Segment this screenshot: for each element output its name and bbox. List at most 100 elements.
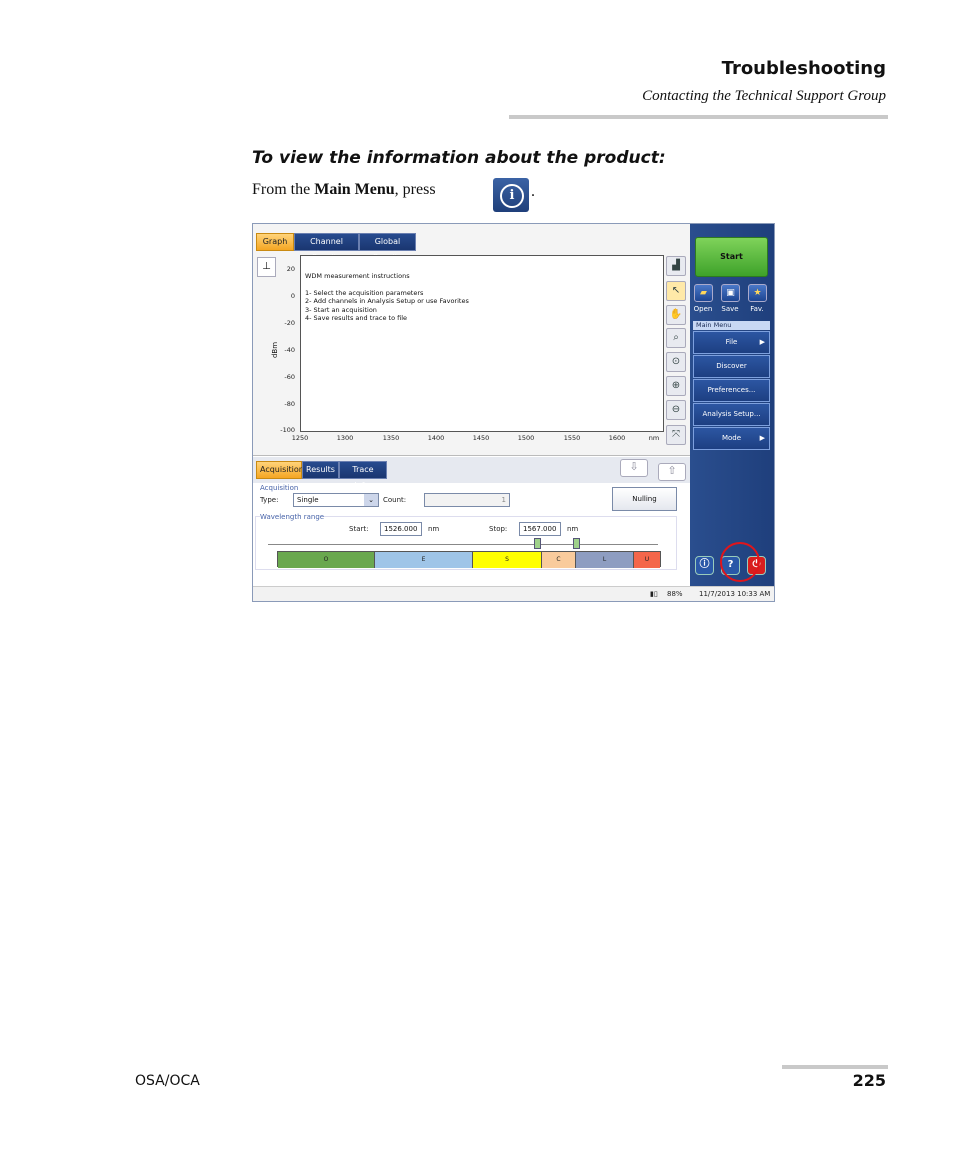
collapse-panel-icon[interactable]: ⇩ (620, 459, 648, 477)
section-title: Troubleshooting (721, 58, 886, 79)
start-button[interactable]: Start (695, 237, 768, 277)
step-text-prefix: From the (252, 181, 315, 198)
expand-panel-icon[interactable]: ⇧ (658, 463, 686, 481)
zoom-area-icon[interactable]: ⌕ (666, 328, 686, 348)
x-unit: nm (648, 434, 660, 442)
save-label: Save (721, 305, 739, 313)
x-tick: 1300 (336, 434, 354, 442)
nulling-button[interactable]: Nulling (612, 487, 677, 511)
page-number: 225 (852, 1071, 886, 1090)
zoom-in-icon[interactable]: ⊕ (666, 376, 686, 396)
type-label: Type: (260, 496, 279, 504)
tab-results[interactable]: Results (302, 461, 339, 479)
info-button-icon: i (493, 178, 529, 212)
save-disk-icon[interactable]: ▣ (721, 284, 740, 302)
start-label: Start: (349, 525, 369, 533)
y-tick: -60 (284, 373, 295, 381)
menu-item-label: Discover (716, 362, 747, 370)
pan-hand-icon[interactable]: ✋ (666, 305, 686, 325)
stop-label: Stop: (489, 525, 508, 533)
step-period: . (531, 183, 535, 200)
open-folder-icon[interactable]: ▰ (694, 284, 713, 302)
step-title: To view the information about the produc… (252, 148, 666, 168)
type-value: Single (297, 496, 319, 504)
stop-input[interactable]: 1567.000 (519, 522, 561, 536)
step-text-menu: Main Menu (314, 181, 395, 198)
chevron-right-icon: ▶ (759, 338, 765, 346)
application-screenshot: Graph Channel Results Global Results ⊥ d… (252, 223, 775, 602)
menu-item-label: Mode (721, 434, 742, 442)
band-s: S (473, 552, 542, 568)
y-tick: -20 (284, 319, 295, 327)
x-tick: 1450 (472, 434, 490, 442)
count-label: Count: (383, 496, 407, 504)
instruction-line: 1- Select the acquisition parameters (305, 288, 424, 297)
instructions: WDM measurement instructions 1- Select t… (305, 272, 469, 323)
zoom-out-icon[interactable]: ⊖ (666, 400, 686, 420)
type-select[interactable]: Single ⌄ (293, 493, 379, 507)
datetime: 11/7/2013 10:33 AM (699, 590, 771, 598)
product-name: OSA/OCA (135, 1073, 200, 1089)
start-unit: nm (428, 525, 440, 533)
x-tick: 1250 (291, 434, 309, 442)
tab-channel-results[interactable]: Channel Results (294, 233, 359, 262)
step-text: From the Main Menu, press (252, 181, 436, 199)
x-tick: 1600 (608, 434, 626, 442)
tab-global-results[interactable]: Global Results (359, 233, 416, 262)
menu-item-label: Analysis Setup... (702, 410, 761, 418)
menu-item-discover[interactable]: Discover (693, 355, 770, 378)
battery-level: 88% (667, 590, 683, 598)
stop-slider-handle[interactable] (573, 538, 580, 549)
tab-graph[interactable]: Graph (256, 233, 294, 251)
start-input[interactable]: 1526.000 (380, 522, 422, 536)
instruction-line: 2- Add channels in Analysis Setup or use… (305, 297, 469, 305)
settings-panel: Acquisition Results Trace Info. ⇩ ⇧ Acqu… (253, 457, 690, 582)
y-tick: -100 (280, 426, 295, 434)
acquisition-form: Acquisition Type: Single ⌄ Count: 1 Nulli… (253, 483, 690, 582)
status-bar: ▮▯ 88% 11/7/2013 10:33 AM (253, 586, 774, 601)
start-slider-handle[interactable] (534, 538, 541, 549)
count-input[interactable]: 1 (424, 493, 510, 507)
header-rule (509, 115, 888, 119)
x-tick: 1500 (517, 434, 535, 442)
favorites-star-icon[interactable]: ★ (748, 284, 767, 302)
chevron-right-icon: ▶ (759, 434, 765, 442)
y-tick: -40 (284, 346, 295, 354)
step-text-suffix: , press (394, 181, 436, 198)
instruction-line: 3- Start an acquisition (305, 305, 377, 314)
menu-item-label: File (725, 338, 738, 346)
instructions-title: WDM measurement instructions (305, 272, 410, 280)
x-tick: 1350 (382, 434, 400, 442)
acquisition-group-label: Acquisition (260, 484, 299, 492)
footer-rule (782, 1065, 888, 1069)
trace-view-icon[interactable]: ▟ (666, 256, 686, 276)
tab-acquisition[interactable]: Acquisition (256, 461, 304, 479)
section-subtitle: Contacting the Technical Support Group (642, 88, 886, 104)
full-view-icon[interactable]: ⤧ (666, 425, 686, 445)
band-u: U (634, 552, 660, 568)
menu-item-analysis-setup[interactable]: Analysis Setup... (693, 403, 770, 426)
y-tick: 0 (290, 292, 295, 300)
menu-item-mode[interactable]: Mode ▶ (693, 427, 770, 450)
pointer-icon[interactable]: ↖ (666, 281, 686, 301)
plot-area[interactable]: WDM measurement instructions 1- Select t… (300, 255, 664, 432)
zoom-reset-icon[interactable]: ⊙ (666, 352, 686, 372)
tab-trace-info[interactable]: Trace Info. (339, 461, 387, 490)
y-tick: -80 (284, 400, 295, 408)
x-tick: 1400 (427, 434, 445, 442)
about-info-icon[interactable]: ⓘ (695, 556, 714, 575)
battery-icon: ▮▯ (650, 590, 658, 598)
graph-area: Graph Channel Results Global Results ⊥ d… (253, 224, 690, 456)
highlight-circle (720, 542, 760, 582)
band-o: O (278, 552, 375, 568)
menu-item-file[interactable]: File ▶ (693, 331, 770, 354)
range-slider-track[interactable] (268, 544, 658, 545)
x-tick: 1550 (563, 434, 581, 442)
menu-item-label: Preferences... (707, 386, 756, 394)
band-c: C (542, 552, 576, 568)
chevron-down-icon: ⌄ (364, 494, 378, 506)
fav-label: Fav. (750, 305, 764, 313)
y-tick: 20 (286, 265, 295, 273)
open-label: Open (693, 305, 713, 313)
menu-item-preferences[interactable]: Preferences... (693, 379, 770, 402)
